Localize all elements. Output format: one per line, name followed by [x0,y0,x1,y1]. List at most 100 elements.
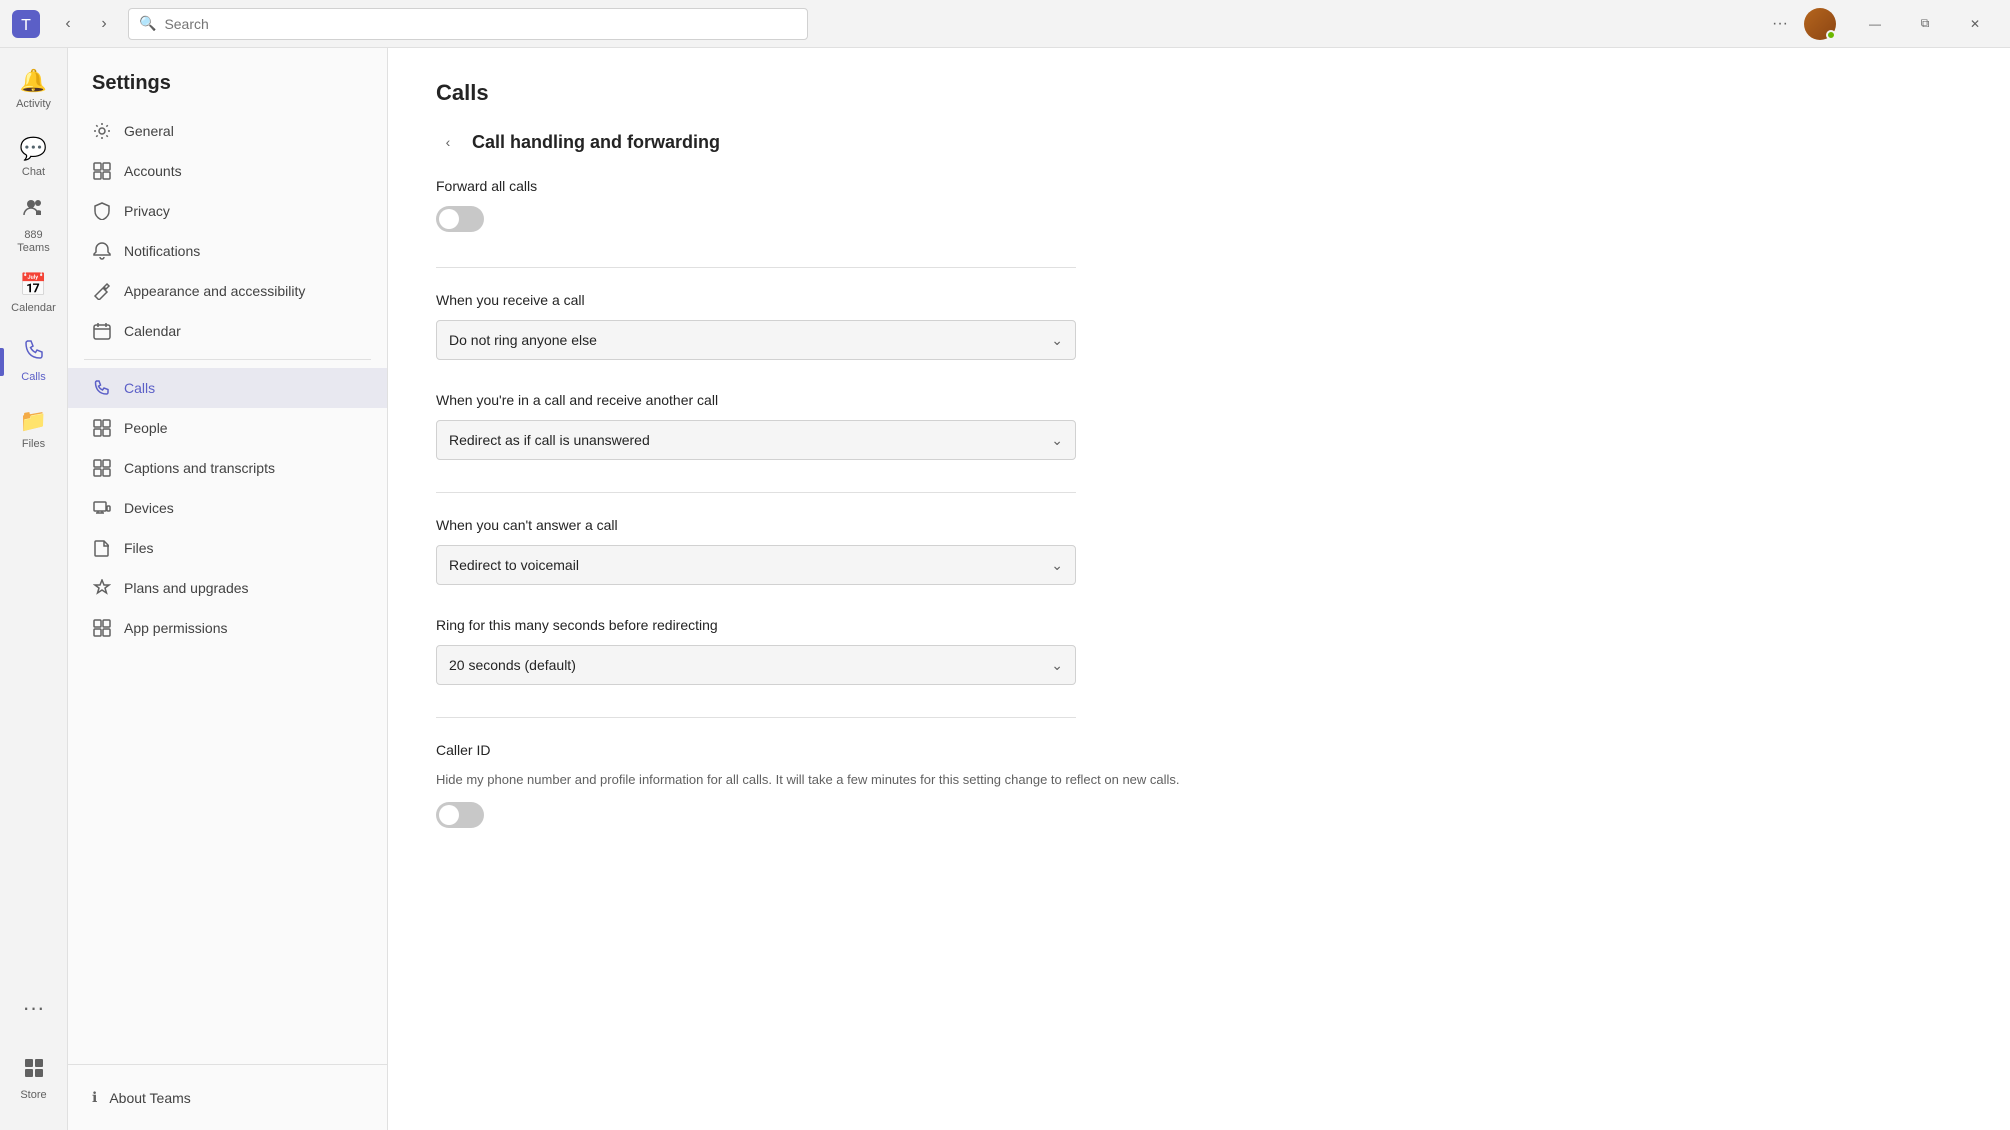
close-button[interactable]: ✕ [1952,8,1998,40]
sidebar-item-teams[interactable]: 889 Teams [8,192,60,260]
settings-nav-label-calendar: Calendar [124,323,181,339]
when-receive-call-dropdown[interactable]: Do not ring anyone else ⌄ [436,320,1076,360]
settings-title: Settings [68,72,387,111]
settings-about: ℹ About Teams [68,1064,387,1130]
app-logo[interactable]: T [12,10,40,38]
title-bar: T ‹ › 🔍 ··· — ⧉ ✕ [0,0,2010,48]
settings-nav-label-captions: Captions and transcripts [124,460,275,476]
when-receive-call-label: When you receive a call [436,292,1962,308]
settings-nav-label-files: Files [124,540,154,556]
calls-settings-icon [92,378,112,398]
minimize-button[interactable]: — [1852,8,1898,40]
settings-nav-calls[interactable]: Calls [68,368,387,408]
sidebar-label-calendar: Calendar [11,302,56,315]
more-icon: ··· [23,995,45,1021]
calls-icon [23,339,45,367]
about-teams-label: About Teams [109,1090,190,1106]
settings-nav-plans[interactable]: Plans and upgrades [68,568,387,608]
settings-nav-permissions[interactable]: App permissions [68,608,387,648]
settings-nav-appearance[interactable]: Appearance and accessibility [68,271,387,311]
sidebar-bottom: ··· Store [8,974,60,1122]
svg-text:T: T [21,17,31,34]
forward-all-calls-toggle[interactable] [436,206,484,232]
settings-nav-people[interactable]: People [68,408,387,448]
settings-nav-devices[interactable]: Devices [68,488,387,528]
when-cant-answer-value: Redirect to voicemail [449,557,579,573]
settings-nav-calendar[interactable]: Calendar [68,311,387,351]
settings-nav-label-permissions: App permissions [124,620,228,636]
people-icon [92,418,112,438]
main-content: Calls ‹ Call handling and forwarding For… [388,48,2010,1130]
ring-seconds-dropdown[interactable]: 20 seconds (default) ⌄ [436,645,1076,685]
when-cant-answer-label: When you can't answer a call [436,517,1962,533]
permissions-icon [92,618,112,638]
settings-nav-general[interactable]: General [68,111,387,151]
settings-nav-accounts[interactable]: Accounts [68,151,387,191]
ring-seconds-value: 20 seconds (default) [449,657,576,673]
section-title: Call handling and forwarding [472,132,720,153]
when-in-call-value: Redirect as if call is unanswered [449,432,650,448]
settings-nav-label-general: General [124,123,174,139]
sidebar-item-chat[interactable]: 💬 Chat [8,124,60,192]
ring-seconds-label: Ring for this many seconds before redire… [436,617,1962,633]
accounts-icon [92,161,112,181]
teams-icon [23,197,45,225]
appearance-icon [92,281,112,301]
store-icon [23,1057,45,1085]
section-header: ‹ Call handling and forwarding [436,130,1962,154]
maximize-button[interactable]: ⧉ [1902,8,1948,40]
section-collapse-button[interactable]: ‹ [436,130,460,154]
settings-nav-notifications[interactable]: Notifications [68,231,387,271]
when-cant-answer-group: When you can't answer a call Redirect to… [436,517,1962,585]
activity-icon: 🔔 [20,68,47,94]
settings-sidebar: Settings General [68,48,388,1130]
sidebar-item-more[interactable]: ··· [8,974,60,1042]
window-controls: — ⧉ ✕ [1852,8,1998,40]
nav-forward-button[interactable]: › [88,8,120,40]
sidebar-item-calls[interactable]: Calls [8,328,60,396]
user-avatar-container[interactable] [1804,8,1836,40]
caller-id-label: Caller ID [436,742,1962,758]
notifications-icon [92,241,112,261]
search-icon: 🔍 [139,15,156,32]
sidebar-label-store: Store [20,1089,46,1102]
divider-1 [436,267,1076,268]
main-layout: 🔔 Activity 💬 Chat 889 Teams 📅 Calendar [0,48,2010,1130]
sidebar-label-calls: Calls [21,371,45,384]
nav-buttons: ‹ › [52,8,120,40]
devices-icon [92,498,112,518]
settings-nav-label-accounts: Accounts [124,163,182,179]
left-sidebar: 🔔 Activity 💬 Chat 889 Teams 📅 Calendar [0,48,68,1130]
search-input[interactable] [164,16,797,32]
forward-all-calls-group: Forward all calls [436,178,1962,235]
avatar-status [1826,30,1836,40]
sidebar-item-calendar[interactable]: 📅 Calendar [8,260,60,328]
chevron-down-icon-3: ⌄ [1051,557,1063,574]
nav-back-button[interactable]: ‹ [52,8,84,40]
settings-nav-captions[interactable]: Captions and transcripts [68,448,387,488]
chevron-down-icon: ⌄ [1051,332,1063,349]
files-icon: 📁 [20,408,47,434]
settings-nav-files[interactable]: Files [68,528,387,568]
search-bar[interactable]: 🔍 [128,8,808,40]
captions-icon [92,458,112,478]
chat-icon: 💬 [20,136,47,162]
when-cant-answer-dropdown[interactable]: Redirect to voicemail ⌄ [436,545,1076,585]
sidebar-item-activity[interactable]: 🔔 Activity [8,56,60,124]
about-teams-item[interactable]: ℹ About Teams [92,1081,363,1114]
caller-id-toggle[interactable] [436,802,484,828]
when-in-call-dropdown[interactable]: Redirect as if call is unanswered ⌄ [436,420,1076,460]
when-in-call-group: When you're in a call and receive anothe… [436,392,1962,460]
settings-nav-label-people: People [124,420,168,436]
settings-nav: General Accounts [68,111,387,1064]
settings-nav-label-notifications: Notifications [124,243,200,259]
caller-id-group: Caller ID Hide my phone number and profi… [436,742,1962,831]
plans-icon [92,578,112,598]
when-receive-call-value: Do not ring anyone else [449,332,597,348]
sidebar-item-files[interactable]: 📁 Files [8,396,60,464]
settings-nav-privacy[interactable]: Privacy [68,191,387,231]
page-title: Calls [436,80,1962,106]
sidebar-item-store[interactable]: Store [8,1046,60,1114]
files-settings-icon [92,538,112,558]
more-options-button[interactable]: ··· [1764,8,1796,40]
